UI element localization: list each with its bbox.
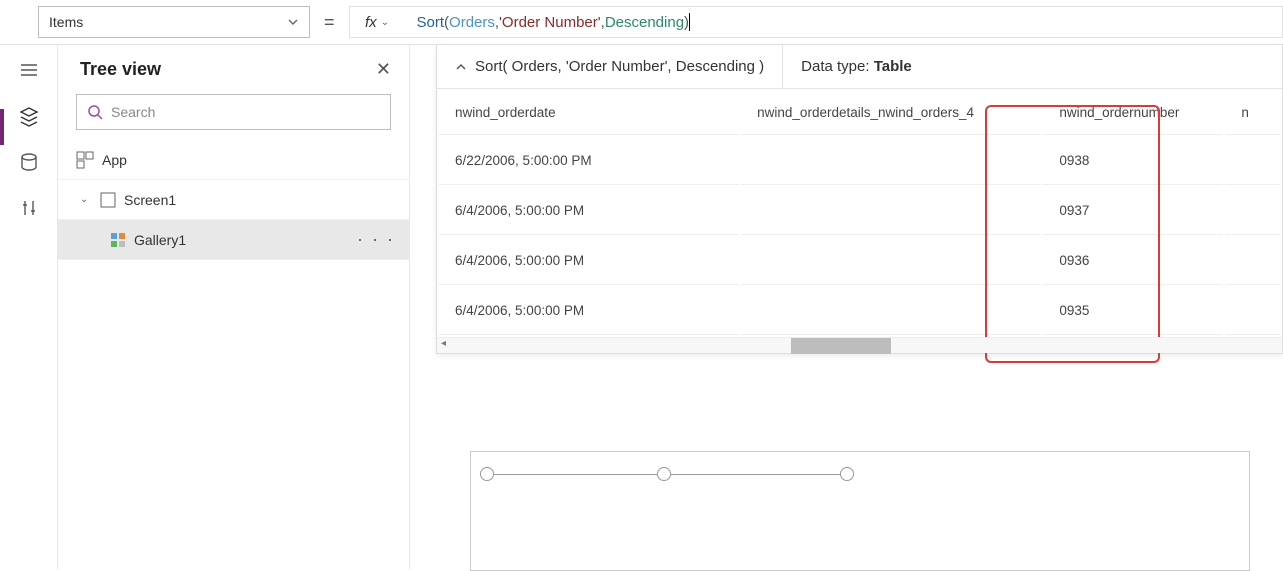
- column-header[interactable]: nwind_orderdetails_nwind_orders_4: [741, 91, 1041, 135]
- table-row[interactable]: 6/4/2006, 5:00:00 PM 0937: [439, 187, 1280, 235]
- screen-icon: [100, 192, 116, 208]
- tools-icon[interactable]: [18, 197, 40, 219]
- result-summary-text: Sort( Orders, 'Order Number', Descending…: [475, 58, 764, 75]
- cell: 6/4/2006, 5:00:00 PM: [439, 287, 739, 335]
- cell: [741, 237, 1041, 285]
- cell: 0936: [1043, 237, 1223, 285]
- main-area: Sort( Orders, 'Order Number', Descending…: [410, 45, 1283, 569]
- scroll-left-arrow[interactable]: ◂: [441, 338, 446, 349]
- formula-token-fn: Sort: [417, 14, 445, 31]
- close-icon[interactable]: ✕: [376, 59, 391, 80]
- search-placeholder: Search: [111, 104, 155, 120]
- tree-item-label: App: [102, 152, 127, 168]
- table-row[interactable]: 6/22/2006, 5:00:00 PM 0938: [439, 137, 1280, 185]
- chevron-down-icon: ⌄: [381, 17, 389, 28]
- property-value: Items: [49, 14, 83, 30]
- tree-item-screen[interactable]: ⌄ Screen1: [58, 180, 409, 220]
- resize-handle[interactable]: [657, 467, 671, 481]
- table-row[interactable]: 6/4/2006, 5:00:00 PM 0935: [439, 287, 1280, 335]
- active-indicator: [0, 109, 4, 145]
- hamburger-icon[interactable]: [18, 59, 40, 81]
- tree-item-gallery[interactable]: Gallery1 · · ·: [58, 220, 409, 260]
- chevron-down-icon: [287, 16, 299, 28]
- resize-handle[interactable]: [840, 467, 854, 481]
- app-icon: [76, 151, 94, 169]
- scrollbar-thumb[interactable]: [791, 338, 891, 354]
- tree-view-icon[interactable]: [18, 105, 40, 127]
- tree-item-label: Screen1: [124, 192, 176, 208]
- formula-token-keyword: Descending: [605, 14, 684, 31]
- horizontal-scrollbar[interactable]: ◂: [437, 337, 1282, 353]
- result-summary[interactable]: Sort( Orders, 'Order Number', Descending…: [437, 45, 783, 88]
- tree-item-label: Gallery1: [134, 232, 186, 248]
- column-header[interactable]: nwind_ordernumber: [1043, 91, 1223, 135]
- formula-result-popup: Sort( Orders, 'Order Number', Descending…: [436, 45, 1283, 354]
- equals-label: =: [324, 12, 335, 33]
- canvas-gallery-frame[interactable]: [470, 451, 1250, 571]
- fx-dropdown[interactable]: fx ⌄: [349, 6, 405, 38]
- formula-bar[interactable]: Sort ( Orders , 'Order Number' , Descend…: [405, 6, 1283, 38]
- tree-view-panel: Tree view ✕ Search App ⌄ Screen1 Gallery…: [58, 45, 410, 569]
- cell: 0937: [1043, 187, 1223, 235]
- chevron-up-icon[interactable]: [455, 61, 467, 73]
- cell: [741, 287, 1041, 335]
- column-header[interactable]: n: [1225, 91, 1280, 135]
- cell: 6/4/2006, 5:00:00 PM: [439, 237, 739, 285]
- tree-item-app[interactable]: App: [58, 140, 409, 180]
- cell: 0938: [1043, 137, 1223, 185]
- data-type-label: Data type: Table: [783, 58, 930, 75]
- left-rail: [0, 45, 58, 569]
- data-icon[interactable]: [18, 151, 40, 173]
- chevron-down-icon[interactable]: ⌄: [80, 194, 92, 205]
- more-actions-button[interactable]: · · ·: [357, 229, 395, 250]
- cell: 6/4/2006, 5:00:00 PM: [439, 187, 739, 235]
- resize-handle[interactable]: [480, 467, 494, 481]
- formula-token-string: 'Order Number': [499, 14, 601, 31]
- panel-title: Tree view: [80, 59, 161, 80]
- cell: [741, 187, 1041, 235]
- cell: [741, 137, 1041, 185]
- cell: 0935: [1043, 287, 1223, 335]
- table-header-row: nwind_orderdate nwind_orderdetails_nwind…: [439, 91, 1280, 135]
- table-row[interactable]: 6/4/2006, 5:00:00 PM 0936: [439, 237, 1280, 285]
- gallery-icon: [110, 232, 126, 248]
- search-icon: [87, 104, 103, 120]
- formula-token-id: Orders: [449, 14, 495, 31]
- column-header[interactable]: nwind_orderdate: [439, 91, 739, 135]
- property-dropdown[interactable]: Items: [38, 6, 310, 38]
- cell: 6/22/2006, 5:00:00 PM: [439, 137, 739, 185]
- text-cursor: [689, 13, 690, 31]
- fx-label: fx: [365, 14, 377, 31]
- result-table: nwind_orderdate nwind_orderdetails_nwind…: [437, 89, 1282, 337]
- search-input[interactable]: Search: [76, 94, 391, 130]
- top-bar: Items = fx ⌄ Sort ( Orders , 'Order Numb…: [0, 0, 1283, 45]
